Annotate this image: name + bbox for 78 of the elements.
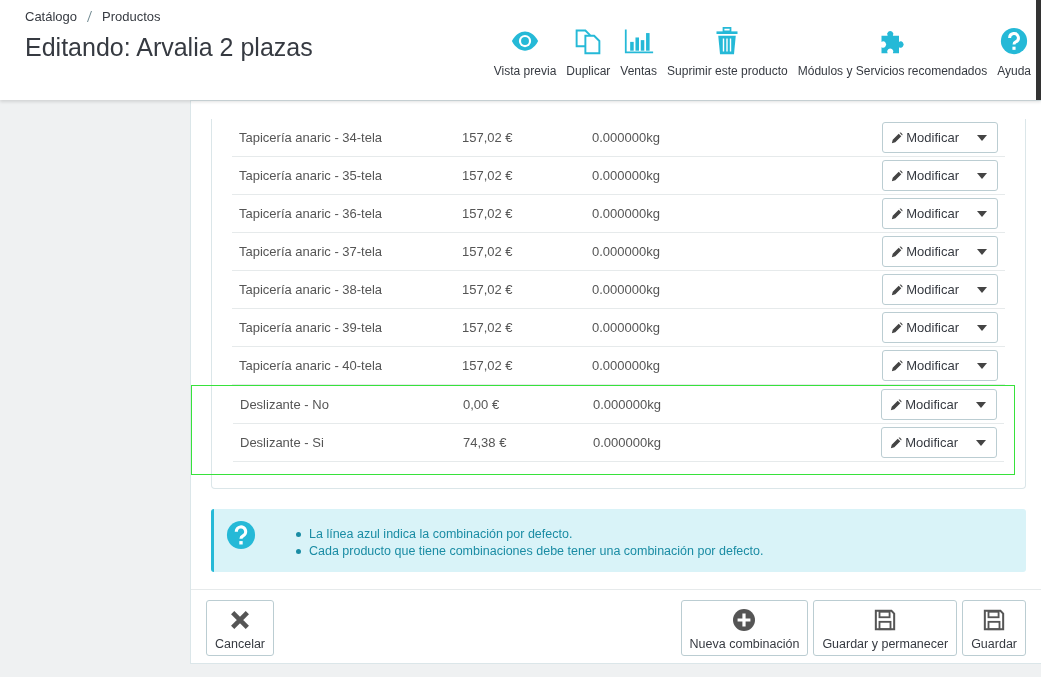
plus-circle-icon xyxy=(733,609,756,631)
caret-icon xyxy=(977,324,987,331)
pencil-icon xyxy=(891,283,904,296)
toolbar-button[interactable]: Ayuda xyxy=(992,27,1036,78)
edit-button[interactable]: Modificar xyxy=(882,428,962,457)
pencil-icon xyxy=(891,359,904,372)
help-icon xyxy=(226,520,256,550)
table-cell-text: 0.000000kg xyxy=(593,397,662,412)
save-icon xyxy=(983,609,1006,631)
table-cell-text: 0,00 € xyxy=(463,397,501,412)
table-cell-text: Tapicería anaric - 35-tela xyxy=(238,168,384,183)
table-cell-text: Tapicería anaric - 37-tela xyxy=(238,244,384,259)
caret-icon xyxy=(976,401,986,408)
pencil-icon xyxy=(890,398,903,411)
caret-icon xyxy=(976,439,986,446)
bullet-icon xyxy=(296,549,301,554)
table-cell-text: 0.000000kg xyxy=(592,358,661,373)
pencil-icon xyxy=(890,436,903,449)
table-cell-text: 157,02 € xyxy=(462,206,514,221)
footer-button[interactable]: Guardar xyxy=(962,600,1026,656)
table-cell-text: 0.000000kg xyxy=(592,244,661,259)
bullet-icon xyxy=(296,532,301,537)
table-cell-text: 157,02 € xyxy=(462,168,514,183)
breadcrumb-link[interactable]: Productos xyxy=(102,9,161,24)
info-text: Cada producto que tiene combinaciones debe tener una combinación por defecto. xyxy=(309,543,764,560)
edit-button[interactable]: Modificar xyxy=(883,313,963,342)
edit-button[interactable]: Modificar xyxy=(883,161,963,190)
edit-button[interactable]: Modificar xyxy=(883,237,963,266)
footer-button[interactable]: Cancelar xyxy=(206,600,275,656)
toolbar-button[interactable]: Ventas xyxy=(615,27,663,78)
bar-chart-icon xyxy=(623,27,654,55)
page-title: Editando: Arvalia 2 plazas xyxy=(25,33,313,62)
close-icon xyxy=(229,609,251,631)
table-cell-text: 0.000000kg xyxy=(592,282,661,297)
table-cell-text: 0.000000kg xyxy=(592,320,661,335)
edit-button[interactable]: Modificar xyxy=(883,351,963,380)
pencil-icon xyxy=(891,245,904,258)
toolbar-button[interactable]: Vista previa xyxy=(488,27,562,78)
toolbar-button[interactable]: Duplicar xyxy=(561,27,616,78)
save-icon xyxy=(874,609,897,631)
pencil-icon xyxy=(891,207,904,220)
table-cell-text: 0.000000kg xyxy=(592,130,661,145)
table-cell-text: 157,02 € xyxy=(462,358,514,373)
table-cell-text: 0.000000kg xyxy=(592,168,661,183)
table-cell-text: 157,02 € xyxy=(462,282,514,297)
caret-icon xyxy=(977,362,987,369)
table-cell-text: 157,02 € xyxy=(462,244,514,259)
toolbar-button[interactable]: Suprimir este producto xyxy=(662,27,793,78)
help-icon xyxy=(999,27,1030,55)
edit-button[interactable]: Modificar xyxy=(883,199,963,228)
table-cell-text: Tapicería anaric - 39-tela xyxy=(238,320,384,335)
footer-button[interactable]: Nueva combinación xyxy=(680,600,809,656)
table-cell-text: 157,02 € xyxy=(462,320,514,335)
caret-icon xyxy=(977,134,987,141)
table-cell-text: Deslizante - Si xyxy=(239,435,325,450)
caret-icon xyxy=(977,286,987,293)
table-cell-text: Tapicería anaric - 38-tela xyxy=(238,282,384,297)
table-cell-text: Tapicería anaric - 40-tela xyxy=(238,358,384,373)
edit-button[interactable]: Modificar xyxy=(883,123,963,152)
table-cell-text: 157,02 € xyxy=(462,130,514,145)
info-text: La línea azul indica la combinación por defecto. xyxy=(309,526,573,543)
footer-button[interactable]: Guardar y permanecer xyxy=(813,600,958,656)
table-cell-text: 0.000000kg xyxy=(593,435,662,450)
edit-button[interactable]: Modificar xyxy=(883,275,963,304)
toolbar-button[interactable]: Módulos y Servicios recomendados xyxy=(792,27,993,78)
table-cell-text: 74,38 € xyxy=(463,435,508,450)
pencil-icon xyxy=(891,169,904,182)
table-cell-text: Deslizante - No xyxy=(239,397,330,412)
breadcrumb-link[interactable]: Catálogo xyxy=(25,9,78,24)
table-cell-text: Tapicería anaric - 34-tela xyxy=(238,130,384,145)
table-cell-text: 0.000000kg xyxy=(592,206,661,221)
caret-icon xyxy=(977,248,987,255)
pencil-icon xyxy=(891,131,904,144)
pencil-icon xyxy=(891,321,904,334)
caret-icon xyxy=(977,172,987,179)
edit-button[interactable]: Modificar xyxy=(882,390,962,419)
caret-icon xyxy=(977,210,987,217)
table-cell-text: Tapicería anaric - 36-tela xyxy=(238,206,384,221)
